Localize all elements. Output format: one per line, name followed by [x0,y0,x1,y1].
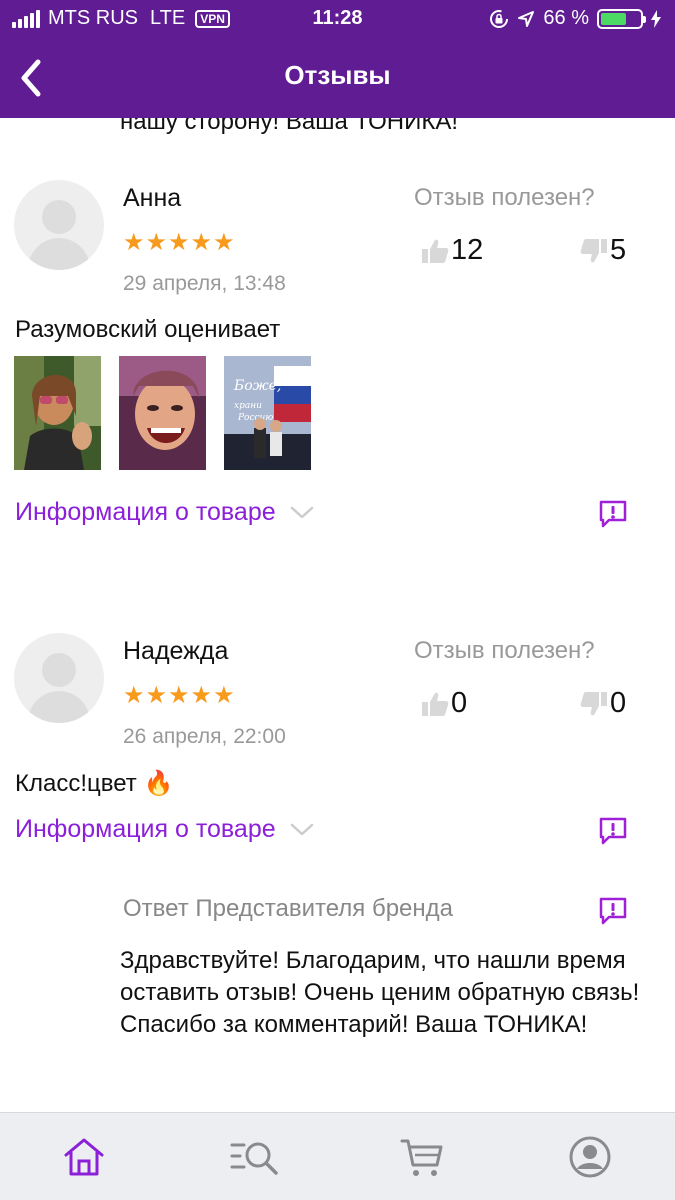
battery-fill [601,12,627,25]
report-icon [599,817,627,845]
chevron-down-icon [290,823,313,835]
dislike-count: 5 [610,234,627,266]
reviews-list[interactable]: нашу сторону! Ваша ТОНИКА! Анна ★★★★★ 29… [0,118,675,1112]
like-button[interactable]: 0 [421,687,467,720]
report-icon [599,500,627,528]
review-date: 29 апреля, 13:48 [123,272,286,295]
tab-search[interactable] [230,1135,278,1179]
product-info-label: Информация о товаре [15,498,276,526]
thumbs-down-icon [580,691,607,715]
status-bar: MTS RUS LTE VPN 11:28 66 % [0,0,675,40]
avatar-body [28,238,90,270]
like-count: 0 [451,687,468,719]
review-photo-1[interactable] [14,356,101,470]
search-catalog-icon [230,1142,278,1175]
photo-caption: Боже, [233,378,281,394]
like-count: 12 [451,234,484,266]
tab-cart[interactable] [400,1135,444,1179]
location-icon [518,10,535,27]
brand-reply-text: Здравствуйте! Благодарим, что нашли врем… [120,947,640,1038]
profile-icon [569,1136,611,1178]
reviewer-name: Надежда [123,637,229,665]
review-photos: Боже, храни Россию [14,356,311,470]
avatar-body [28,691,90,723]
review-photo-3[interactable]: Боже, храни Россию [224,356,311,470]
avatar [14,180,104,270]
svg-text:храни: храни [234,401,262,411]
app-header: Отзывы [0,40,675,118]
thumbs-up-icon [422,239,449,263]
dislike-button[interactable]: 0 [580,687,626,720]
like-button[interactable]: 12 [421,234,483,267]
avatar-head [42,200,76,234]
review-text: Разумовский оценивает [15,316,281,343]
useful-label: Отзыв полезен? [414,637,595,664]
battery-icon [597,8,646,29]
thumbs-up-icon [422,692,449,716]
chevron-down-icon [290,506,313,518]
charging-icon [651,9,661,28]
rotation-lock-icon [490,9,509,28]
home-icon [64,1138,104,1176]
photo-stage-screen: Боже, храни Россию [224,356,311,470]
report-button[interactable] [597,498,629,530]
battery-percent: 66 % [543,7,589,29]
product-info-toggle[interactable]: Информация о товаре [15,815,314,844]
product-info-label: Информация о товаре [15,815,276,843]
status-right: 66 % [489,7,661,30]
photo-person-glasses [14,356,101,470]
dislike-button[interactable]: 5 [580,234,626,267]
reviewer-name: Анна [123,184,182,212]
brand-reply-report-button[interactable] [597,895,629,927]
tab-profile[interactable] [568,1135,612,1179]
rating-stars: ★★★★★ [123,682,236,709]
tab-bar [0,1112,675,1200]
review-text: Класс!цвет 🔥 [15,770,174,797]
avatar [14,633,104,723]
thumbs-down-icon [580,238,607,262]
product-info-toggle[interactable]: Информация о товаре [15,498,314,527]
dislike-count: 0 [610,687,627,719]
useful-label: Отзыв полезен? [414,184,595,211]
tab-home[interactable] [62,1135,106,1179]
avatar-head [42,653,76,687]
photo-person-laughing [119,356,206,470]
review-photo-2[interactable] [119,356,206,470]
cart-icon [400,1139,443,1176]
previous-review-tail: нашу сторону! Ваша ТОНИКА! [120,118,458,135]
review-date: 26 апреля, 22:00 [123,725,286,748]
brand-reply-title: Ответ Представителя бренда [123,895,453,922]
page-title: Отзывы [284,60,391,90]
report-button[interactable] [597,815,629,847]
rating-stars: ★★★★★ [123,229,236,256]
report-icon [599,897,627,925]
